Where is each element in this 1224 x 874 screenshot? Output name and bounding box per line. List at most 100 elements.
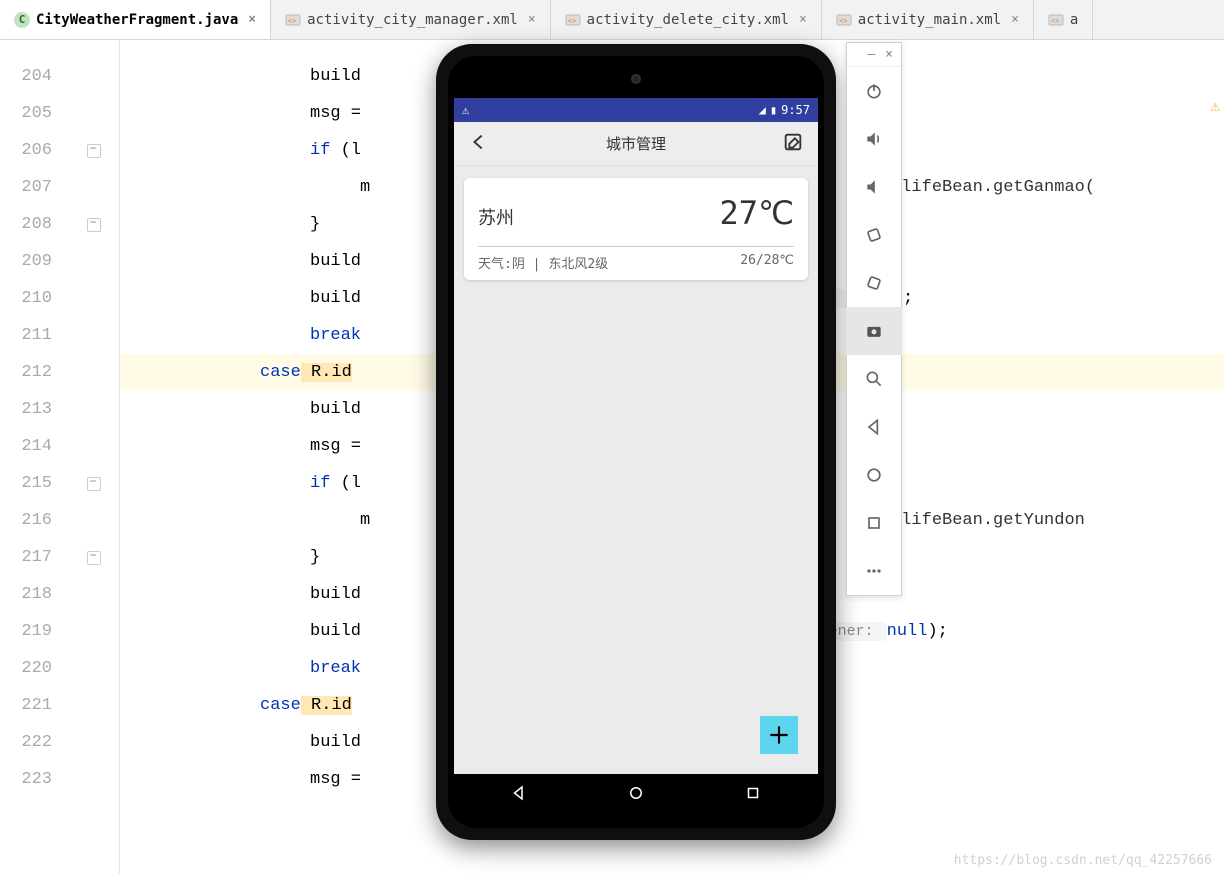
- line-number: 204: [0, 58, 68, 95]
- city-weather-card[interactable]: 苏州 27℃ 天气:阴 | 东北风2级 26/28℃: [464, 178, 808, 280]
- code-text: build: [310, 585, 361, 604]
- volume-up-icon[interactable]: [846, 115, 902, 163]
- xml-file-icon: <>: [1048, 12, 1064, 28]
- tab-label: a: [1070, 12, 1078, 28]
- emu-recent-icon[interactable]: [846, 499, 902, 547]
- code-text: m: [360, 511, 370, 530]
- tab-close-icon[interactable]: ×: [1011, 12, 1019, 27]
- nav-recent-icon[interactable]: [744, 784, 762, 806]
- line-number: 222: [0, 724, 68, 761]
- code-text: msg =: [310, 437, 361, 456]
- add-city-button[interactable]: [760, 716, 798, 754]
- app-toolbar: 城市管理: [454, 122, 818, 166]
- warning-icon[interactable]: ⚠: [1210, 96, 1220, 116]
- volume-down-icon[interactable]: [846, 163, 902, 211]
- fold-gutter: [68, 40, 120, 874]
- code-text: build: [310, 252, 361, 271]
- line-number: 213: [0, 391, 68, 428]
- line-number: 221: [0, 687, 68, 724]
- android-nav-bar: [460, 774, 812, 816]
- code-keyword: case: [260, 363, 301, 382]
- line-number: 210: [0, 280, 68, 317]
- code-text: msg =: [310, 770, 361, 789]
- code-keyword: if: [310, 141, 330, 160]
- tab-label: activity_main.xml: [858, 12, 1001, 28]
- tab-truncated[interactable]: <> a: [1034, 0, 1093, 39]
- line-number: 216: [0, 502, 68, 539]
- tab-close-icon[interactable]: ×: [528, 12, 536, 27]
- code-text: build: [310, 733, 361, 752]
- line-number: 214: [0, 428, 68, 465]
- tab-activity-delete-city[interactable]: <> activity_delete_city.xml ×: [551, 0, 822, 39]
- tab-label: activity_delete_city.xml: [587, 12, 789, 28]
- line-number: 217: [0, 539, 68, 576]
- emu-home-icon[interactable]: [846, 451, 902, 499]
- fold-marker-icon[interactable]: [87, 218, 101, 232]
- code-keyword: if: [310, 474, 330, 493]
- warning-icon: ⚠: [462, 103, 469, 117]
- tab-close-icon[interactable]: ×: [248, 12, 256, 27]
- code-identifier: R.id: [301, 696, 352, 715]
- edit-icon[interactable]: [782, 131, 804, 157]
- city-weather-wind: 天气:阴 | 东北风2级: [478, 253, 608, 272]
- xml-file-icon: <>: [285, 12, 301, 28]
- tab-label: activity_city_manager.xml: [307, 12, 518, 28]
- code-text: build: [310, 400, 361, 419]
- emu-back-icon[interactable]: [846, 403, 902, 451]
- line-number: 218: [0, 576, 68, 613]
- line-number: 215: [0, 465, 68, 502]
- code-keyword: null: [887, 622, 928, 641]
- fold-marker-icon[interactable]: [87, 144, 101, 158]
- city-temperature: 27℃: [720, 194, 794, 232]
- emulator-minimize-button[interactable]: –: [867, 47, 875, 62]
- phone-frame: ⚠ ◢ ▮ 9:57 城市管理 苏州 27℃: [436, 44, 836, 840]
- fold-marker-icon[interactable]: [87, 477, 101, 491]
- code-text: }: [310, 215, 320, 234]
- signal-icon: ◢: [759, 103, 766, 117]
- fold-marker-icon[interactable]: [87, 551, 101, 565]
- code-identifier: R.id: [301, 363, 352, 382]
- screenshot-icon[interactable]: [846, 307, 902, 355]
- java-file-icon: C: [14, 12, 30, 28]
- tab-activity-city-manager[interactable]: <> activity_city_manager.xml ×: [271, 0, 551, 39]
- code-text: build: [310, 622, 361, 641]
- code-text: +lifeBean.getYundon: [891, 511, 1085, 530]
- back-icon[interactable]: [468, 131, 490, 157]
- line-number: 209: [0, 243, 68, 280]
- xml-file-icon: <>: [565, 12, 581, 28]
- nav-back-icon[interactable]: [510, 784, 528, 806]
- emulator-close-button[interactable]: ×: [885, 47, 893, 62]
- tab-activity-main[interactable]: <> activity_main.xml ×: [822, 0, 1034, 39]
- rotate-left-icon[interactable]: [846, 211, 902, 259]
- zoom-icon[interactable]: [846, 355, 902, 403]
- code-text: build: [310, 67, 361, 86]
- line-number: 206: [0, 132, 68, 169]
- app-title: 城市管理: [606, 133, 666, 154]
- camera-dot: [631, 74, 641, 84]
- line-number: 220: [0, 650, 68, 687]
- power-icon[interactable]: [846, 67, 902, 115]
- code-text: (l: [330, 141, 361, 160]
- battery-icon: ▮: [770, 103, 777, 117]
- android-status-bar: ⚠ ◢ ▮ 9:57: [454, 98, 818, 122]
- city-temp-range: 26/28℃: [740, 253, 794, 272]
- phone-screen[interactable]: ⚠ ◢ ▮ 9:57 城市管理 苏州 27℃: [454, 98, 818, 774]
- code-keyword: break: [310, 326, 361, 345]
- line-number: 207: [0, 169, 68, 206]
- svg-text:<>: <>: [1051, 17, 1059, 25]
- line-number: 208: [0, 206, 68, 243]
- android-emulator: ⚠ ◢ ▮ 9:57 城市管理 苏州 27℃: [436, 44, 836, 866]
- line-number: 219: [0, 613, 68, 650]
- editor-tabs: C CityWeatherFragment.java × <> activity…: [0, 0, 1224, 40]
- line-number-gutter: 2042052062072082092102112122132142152162…: [0, 40, 68, 874]
- tab-cityweatherfragment[interactable]: C CityWeatherFragment.java ×: [0, 0, 271, 39]
- code-text: m: [360, 178, 370, 197]
- svg-text:<>: <>: [288, 17, 296, 25]
- code-text: );: [927, 622, 947, 641]
- nav-home-icon[interactable]: [627, 784, 645, 806]
- code-text: msg =: [310, 104, 361, 123]
- rotate-right-icon[interactable]: [846, 259, 902, 307]
- code-text: build: [310, 289, 361, 308]
- tab-close-icon[interactable]: ×: [799, 12, 807, 27]
- more-icon[interactable]: [846, 547, 902, 595]
